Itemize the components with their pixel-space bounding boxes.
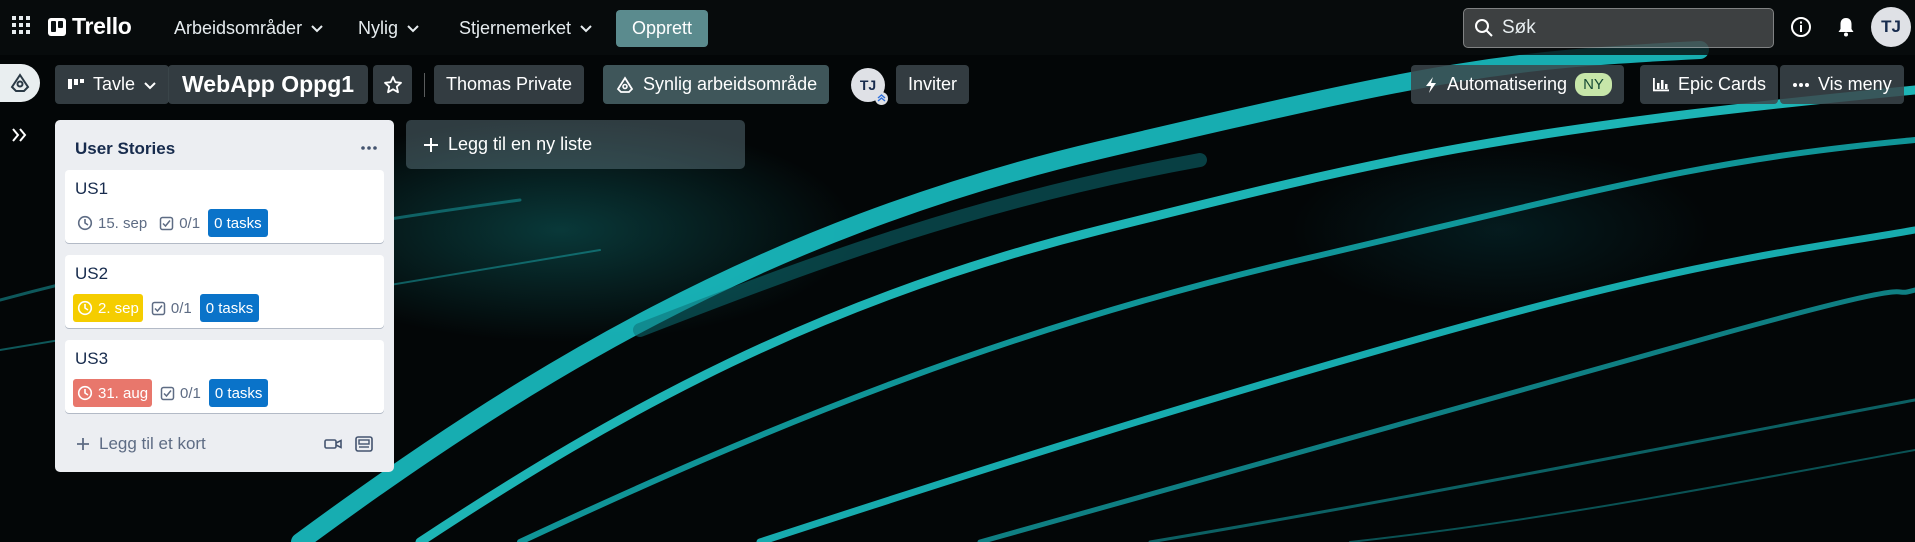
workspace-label: Thomas Private [446, 74, 573, 94]
card-us2[interactable]: US2 2. sep 0/1 0 tasks [65, 255, 384, 328]
trello-logo-icon [48, 17, 66, 36]
card-title: US3 [75, 349, 109, 368]
tasks-badge: 0 tasks [199, 294, 260, 322]
trello-logo-text: Trello [72, 13, 132, 39]
clock-icon [77, 215, 93, 231]
list-user-stories: User Stories US1 15. sep 0/1 0 tasks US2… [55, 120, 394, 472]
nav-workspaces-dropdown[interactable]: Arbeidsområder [166, 11, 332, 45]
tasks-badge: 0 tasks [208, 379, 269, 407]
board-member-initials: TJ [859, 77, 877, 93]
record-video-icon[interactable] [322, 433, 344, 455]
info-icon[interactable] [1788, 14, 1814, 40]
nav-recent-label: Nylig [358, 17, 399, 38]
clock-icon [77, 300, 93, 316]
card-title: US2 [75, 264, 109, 283]
checklist-badge: 0/1 [159, 215, 200, 232]
checklist-count: 0/1 [180, 384, 201, 402]
chevron-down-icon [311, 25, 323, 33]
due-date-text: 31. aug [98, 384, 149, 402]
visibility-label: Synlig arbeidsområde [643, 74, 818, 94]
checklist-icon [160, 386, 175, 400]
automation-label: Automatisering [1447, 74, 1568, 94]
plus-icon [424, 137, 438, 152]
star-icon [383, 75, 402, 93]
card-title: US1 [75, 179, 109, 198]
due-date-text: 2. sep [98, 299, 139, 317]
checklist-badge: 0/1 [151, 300, 192, 317]
admin-chevron-icon [875, 92, 888, 105]
workspace-sidebar-toggle[interactable] [0, 64, 40, 102]
board-view-label: Tavle [93, 74, 136, 94]
expand-sidebar-icon[interactable] [9, 124, 31, 146]
header-divider [424, 73, 425, 97]
due-date-badge[interactable]: 2. sep [73, 294, 143, 322]
search-input[interactable] [1502, 17, 1752, 39]
board-view-icon [68, 78, 84, 89]
workspace-button[interactable]: Thomas Private [434, 65, 585, 104]
add-list-label: Legg til en ny liste [448, 134, 593, 154]
card-template-icon[interactable] [353, 433, 375, 455]
checklist-count: 0/1 [179, 214, 201, 232]
add-card-button[interactable]: Legg til et kort [75, 434, 206, 454]
show-menu-label: Vis meny [1818, 74, 1892, 94]
epic-cards-label: Epic Cards [1678, 74, 1767, 94]
nav-workspaces-label: Arbeidsområder [174, 17, 303, 38]
chevron-down-icon [580, 25, 592, 33]
list-title[interactable]: User Stories [75, 139, 175, 159]
add-list-button[interactable]: Legg til en ny liste [406, 120, 745, 169]
card-us3[interactable]: US3 31. aug 0/1 0 tasks [65, 340, 384, 413]
workspace-visibility-icon [616, 75, 634, 93]
visibility-button[interactable]: Synlig arbeidsområde [603, 65, 830, 104]
invite-button[interactable]: Inviter [896, 65, 970, 104]
clock-icon [77, 385, 93, 401]
board-member-avatar[interactable]: TJ [851, 68, 888, 105]
board-title[interactable]: WebApp Oppg1 [168, 65, 369, 104]
new-badge: NY [1575, 73, 1612, 96]
workspace-icon [10, 73, 30, 92]
tasks-badge: 0 tasks [208, 209, 268, 237]
due-date-badge[interactable]: 31. aug [73, 379, 153, 407]
card-badges: 15. sep 0/1 0 tasks [73, 209, 268, 237]
card-badges: 2. sep 0/1 0 tasks [73, 294, 260, 322]
star-board-button[interactable] [373, 65, 412, 104]
user-avatar[interactable]: TJ [1871, 7, 1911, 47]
lightning-icon [1426, 76, 1436, 93]
epic-cards-button[interactable]: Epic Cards [1640, 65, 1779, 104]
card-badges: 31. aug 0/1 0 tasks [73, 379, 269, 407]
nav-recent-dropdown[interactable]: Nylig [350, 11, 428, 45]
chevron-down-icon [407, 25, 419, 33]
top-navigation-bar: Trello Arbeidsområder Nylig Stjernemerke… [0, 0, 1915, 55]
plus-icon [77, 438, 89, 450]
due-date-text: 15. sep [98, 214, 148, 232]
search-box[interactable] [1463, 8, 1774, 48]
more-horizontal-icon [1793, 82, 1809, 87]
app-switcher-icon[interactable] [10, 14, 32, 36]
bar-chart-icon [1653, 77, 1669, 91]
invite-label: Inviter [908, 74, 958, 94]
checklist-icon [159, 216, 174, 230]
due-date-badge[interactable]: 15. sep [73, 209, 151, 237]
search-icon [1475, 19, 1493, 37]
card-us1[interactable]: US1 15. sep 0/1 0 tasks [65, 170, 384, 243]
create-button[interactable]: Opprett [616, 10, 708, 47]
nav-starred-dropdown[interactable]: Stjernemerket [451, 11, 601, 45]
automation-button[interactable]: Automatisering NY [1411, 65, 1624, 104]
checklist-icon [151, 301, 166, 315]
chevron-down-icon [144, 81, 156, 89]
list-actions-menu-icon[interactable] [355, 134, 383, 162]
checklist-badge: 0/1 [160, 385, 201, 402]
add-card-label: Legg til et kort [99, 434, 206, 453]
checklist-count: 0/1 [170, 299, 192, 317]
trello-logo[interactable]: Trello [48, 13, 132, 40]
show-menu-button[interactable]: Vis meny [1780, 65, 1904, 104]
notifications-bell-icon[interactable] [1833, 14, 1859, 40]
board-view-switcher[interactable]: Tavle [55, 65, 170, 104]
nav-starred-label: Stjernemerket [459, 17, 572, 38]
